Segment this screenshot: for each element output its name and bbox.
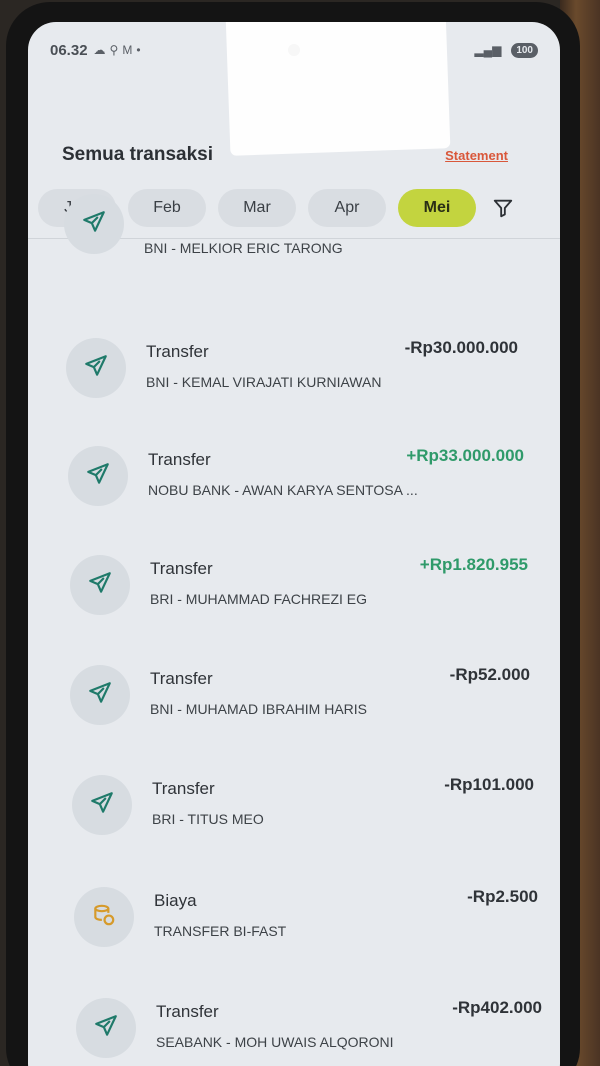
transaction-avatar: [76, 998, 136, 1058]
transaction-description: SEABANK - MOH UWAIS ALQORONI: [156, 1034, 394, 1050]
transaction-amount: -Rp52.000: [449, 665, 530, 684]
transaction-description: BNI - MELKIOR ERIC TARONG: [144, 240, 343, 256]
transaction-row[interactable]: Transfer BRI - MUHAMMAD FACHREZI EG +Rp1.8…: [70, 555, 528, 639]
send-icon: [89, 790, 115, 821]
transaction-description: NOBU BANK - AWAN KARYA SENTOSA ...: [148, 482, 418, 498]
transaction-row[interactable]: Transfer BNI - KEMAL VIRAJATI KURNIAWAN -R…: [66, 338, 518, 422]
dot-icon: •: [136, 43, 141, 57]
transaction-avatar: [68, 446, 128, 506]
transaction-amount: -Rp30.000.000: [404, 338, 518, 357]
transaction-description: BRI - TITUS MEO: [152, 811, 264, 827]
send-icon: [85, 461, 111, 492]
transaction-avatar: [70, 665, 130, 725]
transaction-row[interactable]: BNI - MELKIOR ERIC TARONG: [64, 194, 514, 278]
cloud-icon: ☁: [93, 43, 106, 57]
page-title: Semua transaksi: [62, 144, 214, 165]
transaction-avatar: [64, 194, 124, 254]
transaction-avatar: [66, 338, 126, 398]
transaction-amount: -Rp101.000: [444, 775, 534, 794]
transaction-list: BNI - MELKIOR ERIC TARONG Transfer BNI - K…: [28, 194, 560, 1066]
transaction-info: BNI - MELKIOR ERIC TARONG: [144, 194, 424, 256]
transaction-row[interactable]: Transfer BNI - MUHAMAD IBRAHIM HARIS -Rp52…: [70, 665, 530, 749]
camera-glare: [288, 44, 300, 56]
transaction-row[interactable]: Transfer BRI - TITUS MEO -Rp101.000: [72, 775, 534, 859]
signal-icon: ▂▄▆: [474, 43, 502, 57]
app-screen: 06.32 ☁ ⚲ M • ▂▄▆ 100 Semua transaksi St…: [28, 22, 560, 1066]
send-icon: [81, 209, 107, 240]
statement-link[interactable]: Statement: [445, 148, 508, 163]
transaction-description: BNI - MUHAMAD IBRAHIM HARIS: [150, 701, 368, 717]
transaction-avatar: [72, 775, 132, 835]
transaction-avatar: [74, 887, 134, 947]
send-icon: [87, 570, 113, 601]
coins-icon: [91, 902, 117, 933]
send-icon: [87, 680, 113, 711]
transaction-avatar: [70, 555, 130, 615]
send-icon: [93, 1013, 119, 1044]
transaction-description: TRANSFER BI-FAST: [154, 923, 287, 939]
status-right: ▂▄▆ 100: [474, 42, 538, 58]
phone-frame: 06.32 ☁ ⚲ M • ▂▄▆ 100 Semua transaksi St…: [6, 2, 580, 1066]
transaction-description: BRI - MUHAMMAD FACHREZI EG: [150, 591, 368, 607]
transaction-amount: -Rp2.500: [467, 887, 538, 906]
status-time: 06.32: [50, 41, 88, 59]
transaction-description: BNI - KEMAL VIRAJATI KURNIAWAN: [146, 374, 382, 390]
transaction-row[interactable]: Transfer SEABANK - MOH UWAIS ALQORONI -Rp4…: [76, 998, 542, 1066]
transaction-row[interactable]: Biaya TRANSFER BI-FAST -Rp2.500: [74, 887, 538, 971]
gmail-icon: M: [122, 43, 133, 57]
light-glare: [225, 22, 451, 156]
transaction-amount: -Rp402.000: [452, 998, 542, 1017]
transaction-amount: +Rp33.000.000: [406, 446, 524, 465]
transaction-row[interactable]: Transfer NOBU BANK - AWAN KARYA SENTOSA .…: [68, 446, 524, 530]
battery-badge: 100: [511, 42, 538, 58]
transaction-amount: +Rp1.820.955: [419, 555, 528, 574]
send-icon: [83, 353, 109, 384]
maps-pin-icon: ⚲: [109, 43, 119, 57]
